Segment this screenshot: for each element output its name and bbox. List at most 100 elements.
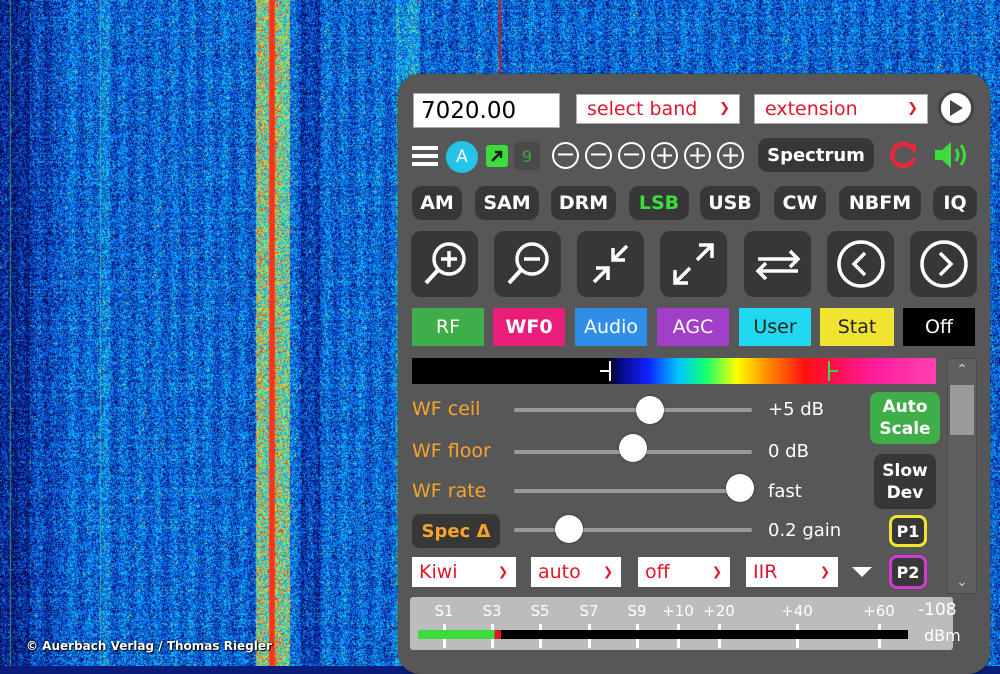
mode-badge-a[interactable]: A <box>446 141 478 173</box>
interpolation-select[interactable]: off ❯ <box>638 557 730 587</box>
aperture-select[interactable]: auto ❯ <box>531 557 621 587</box>
open-external-button[interactable] <box>486 145 508 167</box>
tab-wf0[interactable]: WF0 <box>493 308 565 346</box>
wf-floor-label: WF floor <box>412 440 491 462</box>
frequency-input[interactable] <box>413 93 560 128</box>
mode-drm-button[interactable]: DRM <box>551 186 616 220</box>
mode-cw-button[interactable]: CW <box>774 186 826 220</box>
colormap-max-tick <box>828 370 838 372</box>
copyright-credit: © Auerbach Verlag / Thomas Riegler <box>26 639 272 653</box>
zoom-in-1-button[interactable]: + <box>651 142 678 169</box>
zoom-in-button[interactable] <box>411 231 478 297</box>
auto-scale-button[interactable]: Auto Scale <box>870 392 940 444</box>
chevron-left-circle-icon <box>836 240 885 288</box>
chevron-down-icon: ❯ <box>907 100 918 116</box>
chevron-down-icon: ❯ <box>497 564 508 579</box>
palette-select[interactable]: Kiwi ❯ <box>412 557 516 587</box>
auto-scale-line1: Auto <box>882 397 928 417</box>
s-meter-tick-label: S3 <box>482 602 502 620</box>
zoom-to-band-button[interactable] <box>577 231 644 297</box>
minus-icon: − <box>621 140 642 168</box>
control-panel: select band ❯ extension ❯ A 9 − − − + + … <box>398 74 990 674</box>
spec-gain-value: 0.2 gain <box>768 520 842 541</box>
spectrum-button[interactable]: Spectrum <box>758 138 874 172</box>
zoom-out-button[interactable] <box>494 231 561 297</box>
zoom-out-10-button[interactable]: − <box>585 142 612 169</box>
wf-rate-label: WF rate <box>412 480 487 502</box>
play-icon <box>950 100 963 116</box>
mode-usb-button[interactable]: USB <box>700 186 760 220</box>
s-meter-tick-label: +60 <box>863 602 895 620</box>
wf-ceil-slider-thumb[interactable] <box>635 396 664 424</box>
page-right-button[interactable] <box>910 231 977 297</box>
compress-arrows-icon <box>592 244 628 284</box>
filter-select[interactable]: IIR ❯ <box>746 557 838 587</box>
chevron-right-circle-icon <box>919 240 968 288</box>
magnifier-plus-icon <box>424 242 466 285</box>
mode-sam-button[interactable]: SAM <box>475 186 539 220</box>
left-right-arrows-icon <box>755 249 800 281</box>
mode-lsb-button[interactable]: LSB <box>629 186 689 220</box>
wf-rate-slider-thumb[interactable] <box>726 474 755 502</box>
wf-floor-slider-thumb[interactable] <box>619 434 647 462</box>
palette-select-label: Kiwi <box>419 561 458 583</box>
band-select-label: select band <box>587 98 698 120</box>
swap-button[interactable] <box>744 231 811 297</box>
tab-user[interactable]: User <box>739 308 811 346</box>
zoom-max-out-button[interactable] <box>660 231 727 297</box>
tab-off[interactable]: Off <box>903 308 975 346</box>
mode-am-button[interactable]: AM <box>412 186 462 220</box>
scrollbar-thumb[interactable] <box>950 385 974 435</box>
extension-select[interactable]: extension ❯ <box>754 94 928 124</box>
s-meter-reading: -108 <box>918 600 957 620</box>
s-meter-tick-label: +10 <box>662 602 694 620</box>
mute-button[interactable] <box>932 138 972 172</box>
mode-nbfm-button[interactable]: NBFM <box>839 186 921 220</box>
slow-dev-line1: Slow <box>882 460 928 481</box>
scroll-up-arrow-icon[interactable]: ⌃ <box>948 359 976 381</box>
play-button[interactable] <box>938 90 974 126</box>
count-badge: 9 <box>514 142 540 170</box>
auto-scale-line2: Scale <box>879 419 931 439</box>
s-meter: S1 S3 S5 S7 S9 +10 +20 +40 +60 -108 dBm <box>410 597 961 650</box>
spec-delta-button[interactable]: Spec Δ <box>412 514 500 548</box>
preset-p1-button[interactable]: P1 <box>889 515 927 547</box>
waterfall-colormap-bar[interactable] <box>412 358 936 384</box>
chevron-down-icon: ❯ <box>719 100 730 116</box>
plus-icon: + <box>720 140 741 169</box>
panel-scrollbar[interactable]: ⌃ ⌄ <box>947 358 977 594</box>
scroll-down-arrow-icon[interactable]: ⌄ <box>948 571 976 593</box>
wf-rate-value: fast <box>768 481 802 502</box>
s-meter-tick-label: S7 <box>579 602 599 620</box>
zoom-out-1-button[interactable]: − <box>618 142 645 169</box>
wf-ceil-slider[interactable] <box>514 408 752 412</box>
s-meter-tick-label: S5 <box>530 602 550 620</box>
spec-gain-slider[interactable] <box>514 528 752 532</box>
tab-stat[interactable]: Stat <box>820 308 894 346</box>
band-select[interactable]: select band ❯ <box>576 94 740 124</box>
tab-rf[interactable]: RF <box>412 308 484 346</box>
s-meter-tick-label: +40 <box>781 602 813 620</box>
tab-agc[interactable]: AGC <box>657 308 729 346</box>
zoom-in-10-button[interactable]: + <box>684 142 711 169</box>
slow-dev-button[interactable]: Slow Dev <box>874 454 936 509</box>
menu-button[interactable] <box>411 144 439 168</box>
tab-audio[interactable]: Audio <box>575 308 647 346</box>
zoom-out-max-button[interactable]: − <box>552 142 579 169</box>
s-meter-tick-label: S1 <box>434 602 454 620</box>
wf-floor-value: 0 dB <box>768 441 809 462</box>
zoom-in-max-button[interactable]: + <box>717 142 744 169</box>
s-meter-bar-level <box>418 630 501 639</box>
refresh-icon <box>890 141 917 169</box>
mode-iq-button[interactable]: IQ <box>933 186 977 220</box>
slow-dev-line2: Dev <box>886 482 924 503</box>
preset-p2-button[interactable]: P2 <box>889 555 927 589</box>
plus-icon: + <box>654 140 675 169</box>
page-left-button[interactable] <box>827 231 894 297</box>
chevron-down-icon: ❯ <box>819 564 830 579</box>
more-options-button[interactable] <box>850 564 876 580</box>
wf-rate-slider[interactable] <box>514 489 752 493</box>
chevron-down-icon: ❯ <box>602 564 613 579</box>
reload-button[interactable] <box>886 138 920 172</box>
spec-gain-slider-thumb[interactable] <box>554 515 583 543</box>
